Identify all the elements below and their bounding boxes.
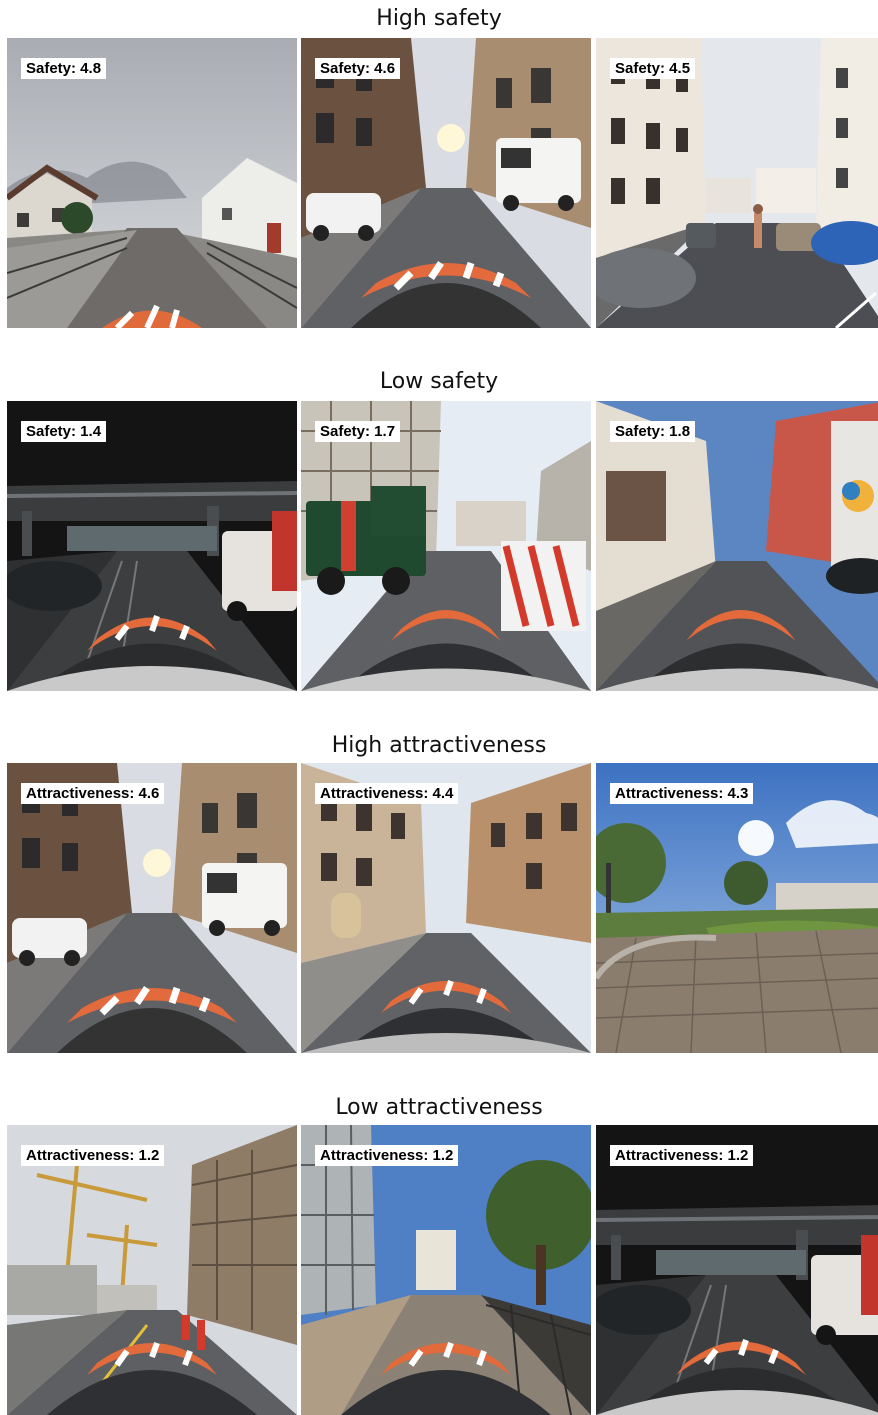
street-photo: Attractiveness: 1.2: [7, 1125, 297, 1415]
score-label: Safety: 1.8: [610, 421, 696, 442]
street-photo: Attractiveness: 4.6: [7, 763, 297, 1053]
street-photo: Attractiveness: 1.2: [301, 1125, 591, 1415]
score-label: Safety: 4.5: [610, 58, 696, 79]
street-photo: Attractiveness: 4.4: [301, 763, 591, 1053]
street-photo: Attractiveness: 4.3: [596, 763, 878, 1053]
street-photo-image: [301, 1125, 591, 1415]
section-title: Low attractiveness: [335, 1095, 543, 1120]
street-photo-image: [301, 401, 591, 691]
section-high-safety: High safety Safety: 4.8 Safety: 4.6 Safe…: [0, 0, 878, 330]
section-title: Low safety: [379, 369, 499, 394]
street-photo: Safety: 1.7: [301, 401, 591, 691]
section-low-attractiveness: Low attractiveness Attractiveness: 1.2 A…: [0, 1087, 878, 1415]
score-label: Attractiveness: 1.2: [610, 1145, 754, 1166]
section-title: High safety: [376, 6, 502, 31]
score-label: Safety: 1.7: [315, 421, 401, 442]
score-label: Attractiveness: 1.2: [21, 1145, 165, 1166]
street-photo-image: [7, 38, 297, 328]
street-photo: Safety: 4.6: [301, 38, 591, 328]
street-photo: Safety: 1.8: [596, 401, 878, 691]
score-label: Attractiveness: 4.3: [610, 783, 754, 804]
street-photo: Safety: 4.5: [596, 38, 878, 328]
section-low-safety: Low safety Safety: 1.4 Safety: 1.7 Safet…: [0, 363, 878, 693]
street-photo-image: [596, 401, 878, 691]
street-photo-image: [596, 38, 878, 328]
street-photo-image: [7, 1125, 297, 1415]
street-photo: Attractiveness: 1.2: [596, 1125, 878, 1415]
section-high-attractiveness: High attractiveness Attractiveness: 4.6: [0, 725, 878, 1055]
score-label: Safety: 1.4: [21, 421, 107, 442]
street-photo-image: [596, 1125, 878, 1415]
street-photo-image: [301, 38, 591, 328]
street-photo-image: [7, 401, 297, 691]
street-photo-image: [596, 763, 878, 1053]
street-photo-image: [7, 763, 297, 1053]
score-label: Safety: 4.8: [21, 58, 107, 79]
score-label: Attractiveness: 4.6: [21, 783, 165, 804]
street-photo: Safety: 4.8: [7, 38, 297, 328]
score-label: Attractiveness: 4.4: [315, 783, 459, 804]
street-photo-image: [301, 763, 591, 1053]
score-label: Safety: 4.6: [315, 58, 401, 79]
street-photo: Safety: 1.4: [7, 401, 297, 691]
section-title: High attractiveness: [331, 733, 547, 758]
score-label: Attractiveness: 1.2: [315, 1145, 459, 1166]
